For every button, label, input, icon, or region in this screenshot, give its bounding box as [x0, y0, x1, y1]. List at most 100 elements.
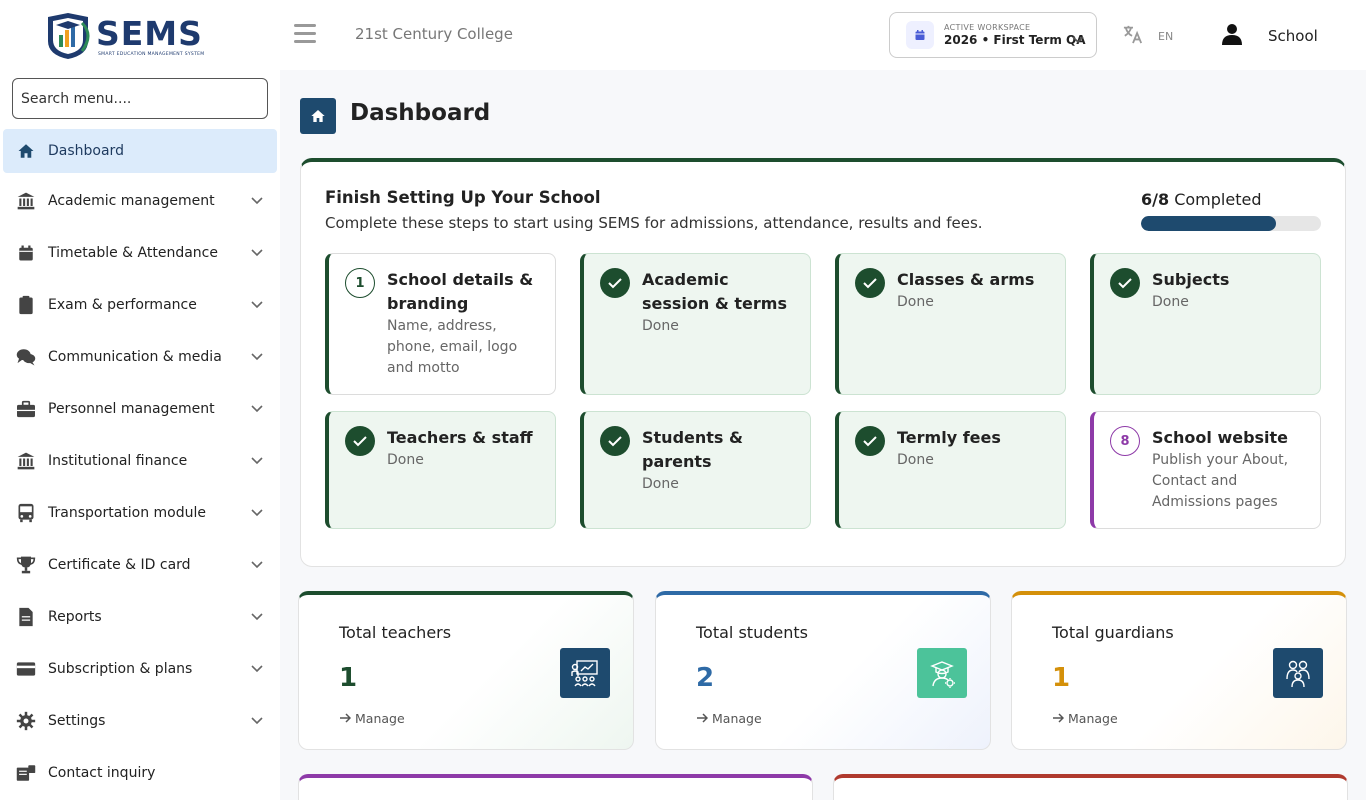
arrow-right-icon	[696, 711, 709, 726]
workspace-value: 2026 • First Term QA	[944, 33, 1086, 47]
sidebar-item-communication-media[interactable]: Communication & media	[3, 331, 277, 383]
bank-icon	[16, 191, 36, 211]
stat-label: Total guardians	[1052, 623, 1174, 642]
briefcase-icon	[16, 399, 36, 419]
page-heading: Dashboard	[300, 98, 490, 134]
sems-logo[interactable]: SEMS SMART EDUCATION MANAGEMENT SYSTEM	[42, 10, 220, 62]
college-name: 21st Century College	[355, 25, 513, 43]
chevron-down-icon	[251, 661, 263, 677]
sidebar-item-reports[interactable]: Reports	[3, 591, 277, 643]
calendar-icon	[906, 21, 934, 49]
setup-step-termly-fees[interactable]: Termly fees Done	[835, 411, 1066, 529]
sidebar-item-settings[interactable]: Settings	[3, 695, 277, 747]
step-title: Students & parents	[642, 428, 743, 471]
user-name: School	[1268, 27, 1318, 45]
setup-step-academic-session[interactable]: Academic session & terms Done	[580, 253, 811, 395]
sidebar-item-label: Certificate & ID card	[48, 557, 191, 573]
manage-teachers-link[interactable]: Manage	[339, 711, 405, 726]
sidebar-item-label: Institutional finance	[48, 453, 188, 469]
hamburger-menu-icon[interactable]	[294, 24, 316, 44]
language-code: EN	[1158, 29, 1174, 43]
step-description: Publish your About, Contact and Admissio…	[1152, 452, 1289, 510]
progress-text: Completed	[1174, 190, 1262, 209]
manage-students-link[interactable]: Manage	[696, 711, 762, 726]
home-icon	[16, 141, 36, 161]
sidebar-item-personnel-management[interactable]: Personnel management	[3, 383, 277, 435]
arrow-right-icon	[1052, 711, 1065, 726]
step-description: Done	[1152, 294, 1189, 310]
inbox-icon	[16, 763, 36, 783]
progress-bar-fill	[1141, 216, 1276, 231]
sidebar-item-transportation-module[interactable]: Transportation module	[3, 487, 277, 539]
setup-progress: 6/8 Completed	[1141, 190, 1321, 231]
sidebar-item-certificate-id-card[interactable]: Certificate & ID card	[3, 539, 277, 591]
check-icon	[855, 426, 885, 456]
setup-step-subjects[interactable]: Subjects Done	[1090, 253, 1321, 395]
workspace-selector[interactable]: ACTIVE WORKSPACE 2026 • First Term QA	[889, 12, 1097, 58]
chevron-down-icon	[251, 245, 263, 261]
gear-icon	[16, 711, 36, 731]
step-description: Done	[642, 476, 679, 492]
step-title: Teachers & staff	[387, 428, 533, 447]
translate-icon	[1122, 24, 1144, 48]
check-icon	[600, 268, 630, 298]
setup-card: Finish Setting Up Your School Complete t…	[300, 158, 1346, 567]
chevron-down-icon	[1072, 29, 1084, 48]
setup-title: Finish Setting Up Your School	[325, 188, 601, 207]
sidebar-item-dashboard[interactable]: Dashboard	[3, 129, 277, 173]
chevron-down-icon	[251, 401, 263, 417]
step-description: Done	[387, 452, 424, 468]
clipboard-icon	[16, 295, 36, 315]
user-menu[interactable]: School	[1220, 22, 1318, 50]
student-graduate-icon	[917, 648, 967, 698]
chevron-down-icon	[251, 297, 263, 313]
stat-card-partial-1	[298, 774, 813, 800]
stat-card-teachers[interactable]: Total teachers 1 Manage	[298, 591, 634, 750]
comments-icon	[16, 347, 36, 367]
sidebar-item-contact-inquiry[interactable]: Contact inquiry	[3, 747, 277, 799]
step-number-badge: 8	[1110, 426, 1140, 456]
sidebar-item-label: Transportation module	[48, 505, 207, 521]
manage-link-text: Manage	[1068, 711, 1118, 726]
chevron-down-icon	[251, 453, 263, 469]
sidebar-item-exam-performance[interactable]: Exam & performance	[3, 279, 277, 331]
sidebar-item-label: Reports	[48, 609, 102, 625]
stat-label: Total students	[696, 623, 808, 642]
file-icon	[16, 607, 36, 627]
calendar-icon	[16, 243, 36, 263]
manage-guardians-link[interactable]: Manage	[1052, 711, 1118, 726]
check-icon	[855, 268, 885, 298]
sidebar-item-institutional-finance[interactable]: Institutional finance	[3, 435, 277, 487]
setup-step-students-parents[interactable]: Students & parents Done	[580, 411, 811, 529]
sidebar-item-label: Settings	[48, 713, 106, 729]
sidebar-item-label: Exam & performance	[48, 297, 197, 313]
sidebar-item-subscription-plans[interactable]: Subscription & plans	[3, 643, 277, 695]
setup-step-classes-arms[interactable]: Classes & arms Done	[835, 253, 1066, 395]
setup-step-teachers-staff[interactable]: Teachers & staff Done	[325, 411, 556, 529]
workspace-label: ACTIVE WORKSPACE	[944, 23, 1031, 32]
sidebar-item-timetable-attendance[interactable]: Timetable & Attendance	[3, 227, 277, 279]
stat-card-partial-2	[833, 774, 1348, 800]
step-title: School details & branding	[387, 270, 534, 313]
progress-bar	[1141, 216, 1321, 231]
stat-card-guardians[interactable]: Total guardians 1 Manage	[1011, 591, 1347, 750]
setup-subtitle: Complete these steps to start using SEMS…	[325, 214, 983, 232]
search-menu-input[interactable]	[12, 78, 268, 119]
teacher-presentation-icon	[560, 648, 610, 698]
sidebar-item-academic-management[interactable]: Academic management	[3, 175, 277, 227]
chevron-down-icon	[251, 505, 263, 521]
trophy-icon	[16, 555, 36, 575]
sidebar-item-label: Personnel management	[48, 401, 215, 417]
setup-step-school-details[interactable]: 1 School details & branding Name, addres…	[325, 253, 556, 395]
setup-step-school-website[interactable]: 8 School website Publish your About, Con…	[1090, 411, 1321, 529]
step-description: Done	[897, 452, 934, 468]
chevron-down-icon	[251, 193, 263, 209]
stat-value: 1	[339, 663, 358, 693]
bank-icon	[16, 451, 36, 471]
brand-name: SEMS	[96, 13, 203, 53]
step-number-badge: 1	[345, 268, 375, 298]
sidebar-item-label: Contact inquiry	[48, 765, 156, 781]
step-title: Classes & arms	[897, 270, 1035, 289]
language-switcher[interactable]: EN	[1122, 24, 1173, 48]
stat-card-students[interactable]: Total students 2 Manage	[655, 591, 991, 750]
